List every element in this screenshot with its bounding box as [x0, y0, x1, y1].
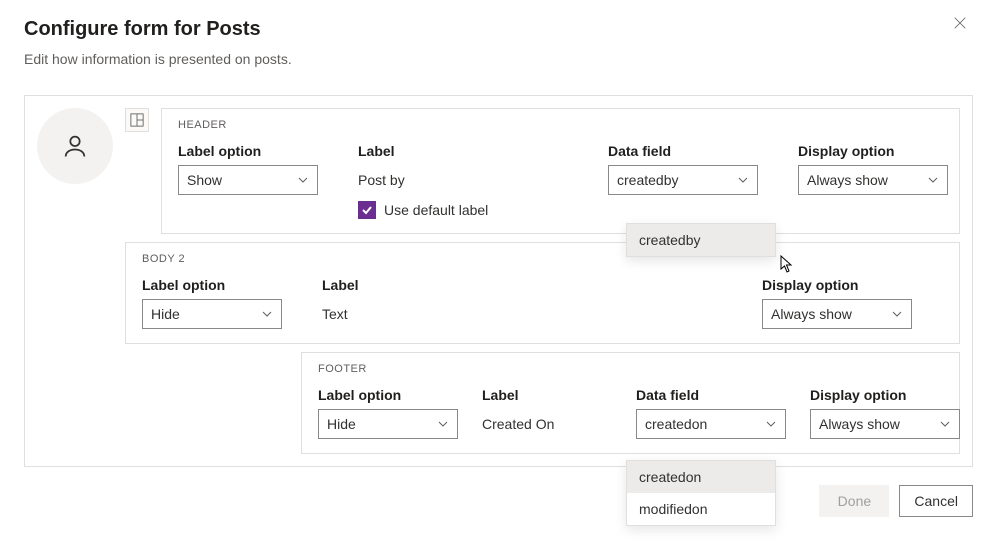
dialog-actions: Done Cancel	[24, 485, 973, 517]
form-preview-container: HEADER Label option Show Label Post by	[24, 95, 973, 467]
chevron-down-icon	[939, 418, 951, 430]
section-title-body2: BODY 2	[142, 253, 943, 265]
header-labeloption-value: Show	[187, 172, 222, 188]
section-footer: FOOTER Label option Hide Label Created O…	[301, 352, 960, 454]
footer-datafield-label: Data field	[636, 387, 796, 403]
header-display-col: Display option Always show	[798, 143, 948, 195]
body2-labeloption-select[interactable]: Hide	[142, 299, 282, 329]
page-subtitle: Edit how information is presented on pos…	[24, 51, 973, 67]
header-datafield-value: createdby	[617, 172, 678, 188]
footer-datafield-col: Data field createdon	[636, 387, 796, 439]
body2-display-col: Display option Always show	[762, 277, 912, 329]
chevron-down-icon	[261, 308, 273, 320]
section-body2: BODY 2 Label option Hide Label Text Disp…	[125, 242, 960, 344]
header-display-select[interactable]: Always show	[798, 165, 948, 195]
body2-labeloption-col: Label option Hide	[142, 277, 302, 329]
footer-display-col: Display option Always show	[810, 387, 960, 439]
close-icon[interactable]	[953, 16, 973, 36]
chevron-down-icon	[927, 174, 939, 186]
cancel-button[interactable]: Cancel	[899, 485, 973, 517]
footer-datafield-flyout: createdon modifiedon	[626, 460, 776, 526]
section-title-header: HEADER	[178, 119, 943, 131]
header-label-value: Post by	[358, 165, 588, 195]
footer-labeloption-col: Label option Hide	[318, 387, 468, 439]
footer-labeloption-select[interactable]: Hide	[318, 409, 458, 439]
section-header: HEADER Label option Show Label Post by	[161, 108, 960, 234]
body2-display-select[interactable]: Always show	[762, 299, 912, 329]
flyout-option-createdby[interactable]: createdby	[627, 224, 775, 256]
chevron-down-icon	[737, 174, 749, 186]
footer-label-value: Created On	[482, 409, 622, 439]
use-default-label-text: Use default label	[384, 202, 488, 218]
layout-icon[interactable]	[125, 108, 149, 132]
header-label-label: Label	[358, 143, 588, 159]
header-label-col: Label Post by Use default label	[358, 143, 588, 219]
body2-label-col: Label Text	[322, 277, 552, 329]
avatar-placeholder	[37, 108, 113, 184]
footer-display-label: Display option	[810, 387, 960, 403]
body2-labeloption-label: Label option	[142, 277, 302, 293]
page-title: Configure form for Posts	[24, 18, 973, 41]
configure-form-dialog: Configure form for Posts Edit how inform…	[0, 0, 997, 537]
header-labeloption-label: Label option	[178, 143, 338, 159]
chevron-down-icon	[891, 308, 903, 320]
footer-display-select[interactable]: Always show	[810, 409, 960, 439]
checkbox-checked-icon	[358, 201, 376, 219]
footer-datafield-value: createdon	[645, 416, 707, 432]
footer-labeloption-label: Label option	[318, 387, 468, 403]
footer-labeloption-value: Hide	[327, 416, 356, 432]
footer-display-value: Always show	[819, 416, 900, 432]
chevron-down-icon	[437, 418, 449, 430]
body2-label-label: Label	[322, 277, 552, 293]
chevron-down-icon	[297, 174, 309, 186]
body2-label-value: Text	[322, 299, 552, 329]
footer-label-label: Label	[482, 387, 622, 403]
header-display-label: Display option	[798, 143, 948, 159]
header-datafield-col: Data field createdby	[608, 143, 778, 195]
header-labeloption-select[interactable]: Show	[178, 165, 318, 195]
body2-labeloption-value: Hide	[151, 306, 180, 322]
flyout-option-createdon[interactable]: createdon	[627, 461, 775, 493]
body2-display-value: Always show	[771, 306, 852, 322]
flyout-option-modifiedon[interactable]: modifiedon	[627, 493, 775, 525]
use-default-label-checkbox[interactable]: Use default label	[358, 201, 588, 219]
header-display-value: Always show	[807, 172, 888, 188]
header-labeloption-col: Label option Show	[178, 143, 338, 195]
footer-datafield-select[interactable]: createdon	[636, 409, 786, 439]
done-button[interactable]: Done	[819, 485, 889, 517]
footer-label-col: Label Created On	[482, 387, 622, 439]
body2-display-label: Display option	[762, 277, 912, 293]
chevron-down-icon	[765, 418, 777, 430]
header-datafield-select[interactable]: createdby	[608, 165, 758, 195]
header-datafield-flyout: createdby	[626, 223, 776, 257]
header-datafield-label: Data field	[608, 143, 778, 159]
section-title-footer: FOOTER	[318, 363, 943, 375]
header-row: HEADER Label option Show Label Post by	[37, 108, 960, 234]
